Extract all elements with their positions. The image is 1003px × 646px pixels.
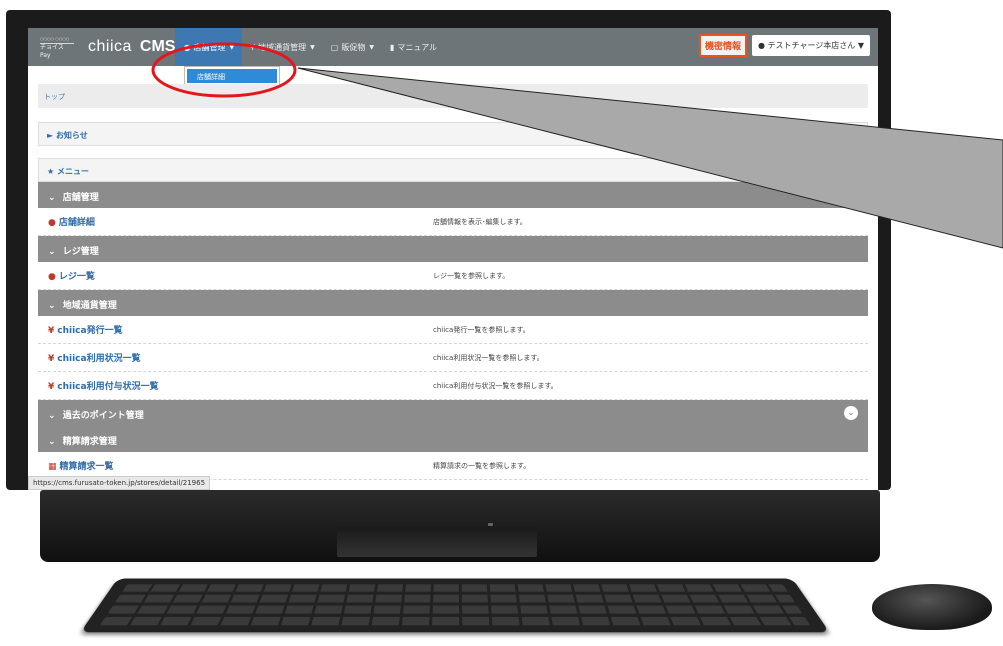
megaphone-icon: ► bbox=[47, 131, 56, 140]
chevron-down-icon: ⌄ bbox=[48, 247, 56, 257]
yen-icon: ¥ bbox=[250, 42, 256, 52]
menu-link-settlement-list[interactable]: ▦ 精算請求一覧 bbox=[38, 459, 433, 472]
user-icon: ● bbox=[183, 42, 191, 52]
section-title: 店舗管理 bbox=[62, 193, 99, 203]
chevron-down-icon: ⌄ bbox=[48, 301, 56, 311]
screen: ○○○○ ○○○○ チョイスPay chiica CMS ● 店舗管理 ▼ ¥ … bbox=[28, 28, 878, 490]
nav-right: 機密情報 ● テストチャージ本店さん ▼ bbox=[698, 34, 870, 57]
menu-link-label: 店舗詳細 bbox=[58, 218, 95, 228]
menu-description: 店舗情報を表示･編集します。 bbox=[433, 217, 527, 226]
key-row bbox=[122, 584, 788, 592]
book-icon: ▮ bbox=[389, 42, 395, 52]
nav-manual[interactable]: ▮ マニュアル bbox=[382, 28, 445, 66]
power-light bbox=[488, 523, 493, 526]
nav-currency-management-label: 地域通貨管理 bbox=[258, 42, 307, 52]
user-menu-button[interactable]: ● テストチャージ本店さん ▼ bbox=[752, 35, 870, 56]
choicepay-logo: ○○○○ ○○○○ チョイスPay bbox=[40, 35, 74, 60]
cms-logo[interactable]: CMS bbox=[140, 38, 176, 56]
monitor: ○○○○ ○○○○ チョイスPay chiica CMS ● 店舗管理 ▼ ¥ … bbox=[6, 10, 891, 490]
yen-icon: ¥ bbox=[48, 354, 55, 364]
list-item: ¥ chiica発行一覧 chiica発行一覧を参照します。 bbox=[38, 316, 868, 344]
panel-tools[interactable]: ⌄ ✕ bbox=[839, 127, 859, 138]
key-row bbox=[107, 605, 803, 614]
menu-link-chiica-grant[interactable]: ¥ chiica利用付与状況一覧 bbox=[38, 379, 433, 392]
menu-panel-header: ★ メニュー bbox=[38, 158, 868, 182]
nav-promotion-label: 販促物 bbox=[341, 42, 366, 52]
star-icon: ★ bbox=[47, 167, 57, 176]
user-icon: ● bbox=[758, 41, 768, 50]
yen-icon: ¥ bbox=[48, 326, 55, 336]
list-item: ● 店舗詳細 店舗情報を表示･編集します。 bbox=[38, 208, 868, 236]
menu-link-label: chiica発行一覧 bbox=[57, 326, 123, 336]
chevron-down-icon: ⌄ bbox=[48, 411, 56, 421]
key-row bbox=[99, 616, 811, 626]
menu-link-label: 精算請求一覧 bbox=[59, 462, 114, 472]
key-row bbox=[115, 594, 795, 603]
chiica-logo[interactable]: chiica bbox=[88, 38, 132, 56]
status-bar-url: https://cms.furusato-token.jp/stores/det… bbox=[28, 476, 211, 490]
menu-link-chiica-issue[interactable]: ¥ chiica発行一覧 bbox=[38, 323, 433, 336]
menu-description: chiica利用状況一覧を参照します。 bbox=[433, 353, 544, 362]
caret-down-icon: ▼ bbox=[310, 43, 315, 51]
notice-panel-header[interactable]: ► お知らせ ⌄ ✕ bbox=[38, 122, 868, 146]
notice-title: お知らせ bbox=[55, 131, 88, 140]
scene: ○○○○ ○○○○ チョイスPay chiica CMS ● 店舗管理 ▼ ¥ … bbox=[0, 0, 1003, 646]
caret-down-icon: ▼ bbox=[857, 41, 864, 50]
menu-link-chiica-usage[interactable]: ¥ chiica利用状況一覧 bbox=[38, 351, 433, 364]
menu-description: 精算請求の一覧を参照します。 bbox=[433, 461, 531, 470]
nav-currency-management[interactable]: ¥ 地域通貨管理 ▼ bbox=[242, 28, 323, 66]
list-item: ¥ chiica利用付与状況一覧 chiica利用付与状況一覧を参照します。 bbox=[38, 372, 868, 400]
section-title: 地域通貨管理 bbox=[62, 301, 117, 311]
caret-down-icon: ▼ bbox=[369, 43, 374, 51]
dropdown-item-store-detail[interactable]: 店舗詳細 bbox=[187, 69, 277, 83]
file-icon: ▢ bbox=[330, 42, 339, 52]
nav-manual-label: マニュアル bbox=[397, 42, 438, 52]
main-content: トップ ► お知らせ ⌄ ✕ ★ メニュー ⌄ 店舗管理 ● 店舗詳細 店舗情報… bbox=[38, 84, 868, 480]
list-item: ¥ chiica利用状況一覧 chiica利用状況一覧を参照します。 bbox=[38, 344, 868, 372]
menu-description: レジ一覧を参照します。 bbox=[433, 271, 510, 280]
caret-down-icon: ▼ bbox=[229, 43, 235, 51]
menu-link-store-detail[interactable]: ● 店舗詳細 bbox=[38, 215, 433, 228]
menu-link-label: レジ一覧 bbox=[58, 272, 95, 282]
section-currency-management[interactable]: ⌄ 地域通貨管理 bbox=[38, 290, 868, 316]
choicepay-logo-tagline: ○○○○ ○○○○ bbox=[40, 35, 74, 44]
chevron-down-icon: ⌄ bbox=[48, 437, 56, 447]
section-settlement[interactable]: ⌄ 精算請求管理 bbox=[38, 426, 868, 452]
choicepay-logo-text: チョイスPay bbox=[40, 43, 64, 59]
section-register-management[interactable]: ⌄ レジ管理 bbox=[38, 236, 868, 262]
chevron-down-icon: ⌄ bbox=[48, 193, 56, 203]
store-dropdown-menu: 店舗詳細 bbox=[184, 66, 280, 86]
user-icon: ● bbox=[48, 218, 56, 228]
section-store-management[interactable]: ⌄ 店舗管理 bbox=[38, 182, 868, 208]
nav-store-management-label: 店舗管理 bbox=[193, 42, 226, 52]
menu-title: メニュー bbox=[56, 167, 89, 176]
section-past-points[interactable]: ⌄ 過去のポイント管理 ⌄ bbox=[38, 400, 868, 426]
calendar-icon: ▦ bbox=[48, 462, 57, 472]
breadcrumb-top[interactable]: トップ bbox=[44, 93, 65, 101]
list-item: ● レジ一覧 レジ一覧を参照します。 bbox=[38, 262, 868, 290]
user-icon: ● bbox=[48, 272, 56, 282]
menu-description: chiica利用付与状況一覧を参照します。 bbox=[433, 381, 558, 390]
yen-icon: ¥ bbox=[48, 382, 55, 392]
section-title: 過去のポイント管理 bbox=[62, 411, 144, 421]
menu-link-label: chiica利用付与状況一覧 bbox=[57, 382, 159, 392]
user-name: テストチャージ本店さん bbox=[767, 41, 856, 50]
keyboard bbox=[80, 578, 830, 633]
confidential-button[interactable]: 機密情報 bbox=[698, 34, 747, 57]
menu-link-label: chiica利用状況一覧 bbox=[57, 354, 141, 364]
navbar: ○○○○ ○○○○ チョイスPay chiica CMS ● 店舗管理 ▼ ¥ … bbox=[28, 28, 878, 66]
section-title: レジ管理 bbox=[62, 247, 99, 257]
expand-circle-icon[interactable]: ⌄ bbox=[844, 406, 858, 420]
menu-description: chiica発行一覧を参照します。 bbox=[433, 325, 530, 334]
nav-store-management[interactable]: ● 店舗管理 ▼ bbox=[175, 28, 243, 66]
breadcrumb: トップ bbox=[38, 84, 868, 108]
section-title: 精算請求管理 bbox=[62, 437, 117, 447]
menu-link-register-list[interactable]: ● レジ一覧 bbox=[38, 269, 433, 282]
mouse bbox=[872, 584, 992, 630]
nav-promotion[interactable]: ▢ 販促物 ▼ bbox=[323, 28, 382, 66]
monitor-stand-neck bbox=[337, 527, 537, 557]
